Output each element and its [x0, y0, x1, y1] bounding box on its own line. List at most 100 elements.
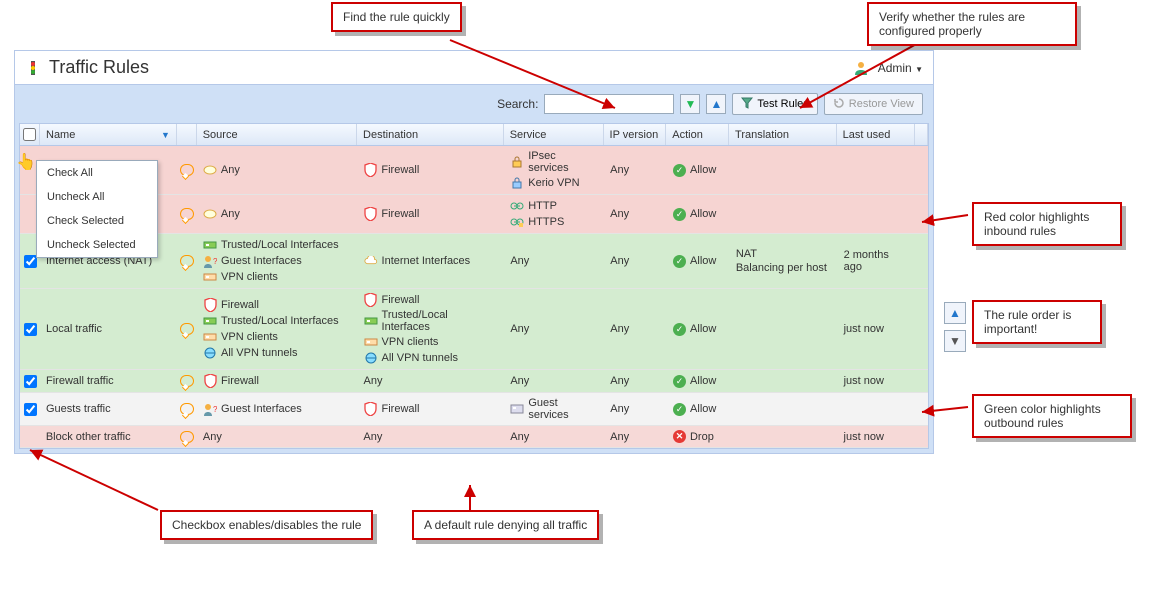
list-item: Internet Interfaces [364, 254, 499, 268]
list-item: VPN clients [364, 335, 499, 349]
callout-rule-order: The rule order is important! [972, 300, 1102, 344]
firewall-icon [203, 374, 217, 388]
move-up-button[interactable]: ▲ [944, 302, 966, 324]
arrow-down-icon: ▼ [949, 334, 961, 348]
rule-name: Local traffic [40, 289, 177, 369]
column-name[interactable]: Name▼ [40, 124, 177, 145]
list-item: Firewall [364, 293, 499, 307]
firewall-icon [203, 298, 217, 312]
list-item: Firewall [363, 163, 498, 177]
row-checkbox[interactable] [24, 255, 37, 268]
firewall-icon [364, 402, 378, 416]
panel-header: Traffic Rules Admin ▼ [15, 51, 933, 85]
list-item: Firewall [203, 298, 351, 312]
rule-name: Firewall traffic [40, 370, 177, 392]
column-source[interactable]: Source [197, 124, 357, 145]
reorder-buttons: ▲ ▼ [944, 302, 966, 352]
table-row[interactable]: Guests traffic?Guest InterfacesFirewallG… [20, 393, 928, 426]
checkbox-dropdown-menu: Check All Uncheck All Check Selected Unc… [36, 160, 158, 258]
list-item: HTTP [510, 199, 598, 213]
firewall-icon [363, 163, 377, 177]
user-menu[interactable]: Admin ▼ [878, 61, 923, 75]
vpntun-icon [364, 351, 378, 365]
table-row[interactable]: Firewall trafficFirewallAnyAnyAny✓Allowj… [20, 370, 928, 393]
cursor-hand-icon: 👆 [16, 152, 36, 172]
column-last-used[interactable]: Last used [837, 124, 915, 145]
search-next-button[interactable]: ▼ [680, 94, 700, 114]
firewall-icon [363, 207, 377, 221]
list-item: Kerio VPN [510, 176, 598, 190]
list-item: Trusted/Local Interfaces [203, 314, 351, 328]
comment-icon [180, 208, 194, 220]
allow-icon: ✓ [673, 255, 686, 268]
move-down-button[interactable]: ▼ [944, 330, 966, 352]
header-checkbox[interactable] [23, 128, 36, 141]
column-ip-version[interactable]: IP version [604, 124, 667, 145]
search-prev-button[interactable]: ▲ [706, 94, 726, 114]
http-icon [510, 199, 524, 213]
row-checkbox[interactable] [24, 403, 37, 416]
callout-verify-rules: Verify whether the rules are configured … [867, 2, 1077, 46]
ipsec-icon [510, 155, 524, 169]
dropdown-arrow-icon: ▼ [161, 130, 170, 140]
search-label: Search: [497, 97, 538, 111]
restore-view-button[interactable]: Restore View [824, 93, 923, 115]
list-item: VPN clients [203, 330, 351, 344]
column-action[interactable]: Action [666, 124, 729, 145]
list-item: Firewall [363, 207, 498, 221]
guestsvc-icon [510, 402, 524, 416]
row-checkbox[interactable] [24, 375, 37, 388]
comment-icon [180, 255, 194, 267]
rule-name: Block other traffic [40, 426, 177, 447]
comment-icon [180, 323, 194, 335]
any-icon [203, 163, 217, 177]
arrow-up-icon: ▲ [710, 97, 722, 111]
arrow-up-icon: ▲ [949, 306, 961, 320]
test-rules-button[interactable]: Test Rules [732, 93, 817, 115]
column-service[interactable]: Service [504, 124, 604, 145]
vpn-icon [203, 270, 217, 284]
allow-icon: ✓ [673, 208, 686, 221]
svg-text:?: ? [213, 257, 217, 266]
kerio-icon [510, 176, 524, 190]
arrow-down-icon: ▼ [684, 97, 696, 111]
traffic-rules-icon [25, 60, 41, 76]
list-item: Any [203, 207, 352, 221]
svg-text:?: ? [213, 405, 217, 414]
restore-icon [833, 97, 845, 112]
column-bubble [177, 124, 197, 145]
comment-icon [180, 164, 194, 176]
column-checkbox[interactable] [20, 124, 40, 145]
row-checkbox[interactable] [24, 323, 37, 336]
list-item: IPsec services [510, 150, 598, 174]
list-item: Any [203, 163, 352, 177]
funnel-icon [741, 97, 753, 112]
comment-icon [180, 375, 194, 387]
list-item: ?Guest Interfaces [203, 254, 351, 268]
column-destination[interactable]: Destination [357, 124, 504, 145]
search-input[interactable] [544, 94, 674, 114]
list-item: HTTPS [510, 215, 598, 229]
internet-icon [364, 254, 378, 268]
callout-find-rule: Find the rule quickly [331, 2, 462, 32]
menu-check-all[interactable]: Check All [37, 161, 157, 185]
table-row[interactable]: Block other trafficAnyAnyAnyAny✕Dropjust… [20, 426, 928, 448]
list-item: All VPN tunnels [364, 351, 499, 365]
list-item: Guest services [510, 397, 598, 421]
menu-check-selected[interactable]: Check Selected [37, 209, 157, 233]
list-item: Firewall [203, 374, 351, 388]
allow-icon: ✓ [673, 375, 686, 388]
vpn-icon [364, 335, 378, 349]
list-item: Trusted/Local Interfaces [203, 238, 351, 252]
column-translation[interactable]: Translation [729, 124, 837, 145]
page-title: Traffic Rules [49, 57, 149, 78]
table-row[interactable]: Local traffic Firewall Trusted/Local Inter… [20, 289, 928, 370]
list-item: ?Guest Interfaces [203, 402, 351, 416]
list-item: VPN clients [203, 270, 351, 284]
rule-name: Guests traffic [40, 393, 177, 425]
trusted-icon [203, 238, 217, 252]
menu-uncheck-all[interactable]: Uncheck All [37, 185, 157, 209]
menu-uncheck-selected[interactable]: Uncheck Selected [37, 233, 157, 257]
grid-header: Name▼ Source Destination Service IP vers… [20, 124, 928, 146]
guest-icon: ? [203, 254, 217, 268]
